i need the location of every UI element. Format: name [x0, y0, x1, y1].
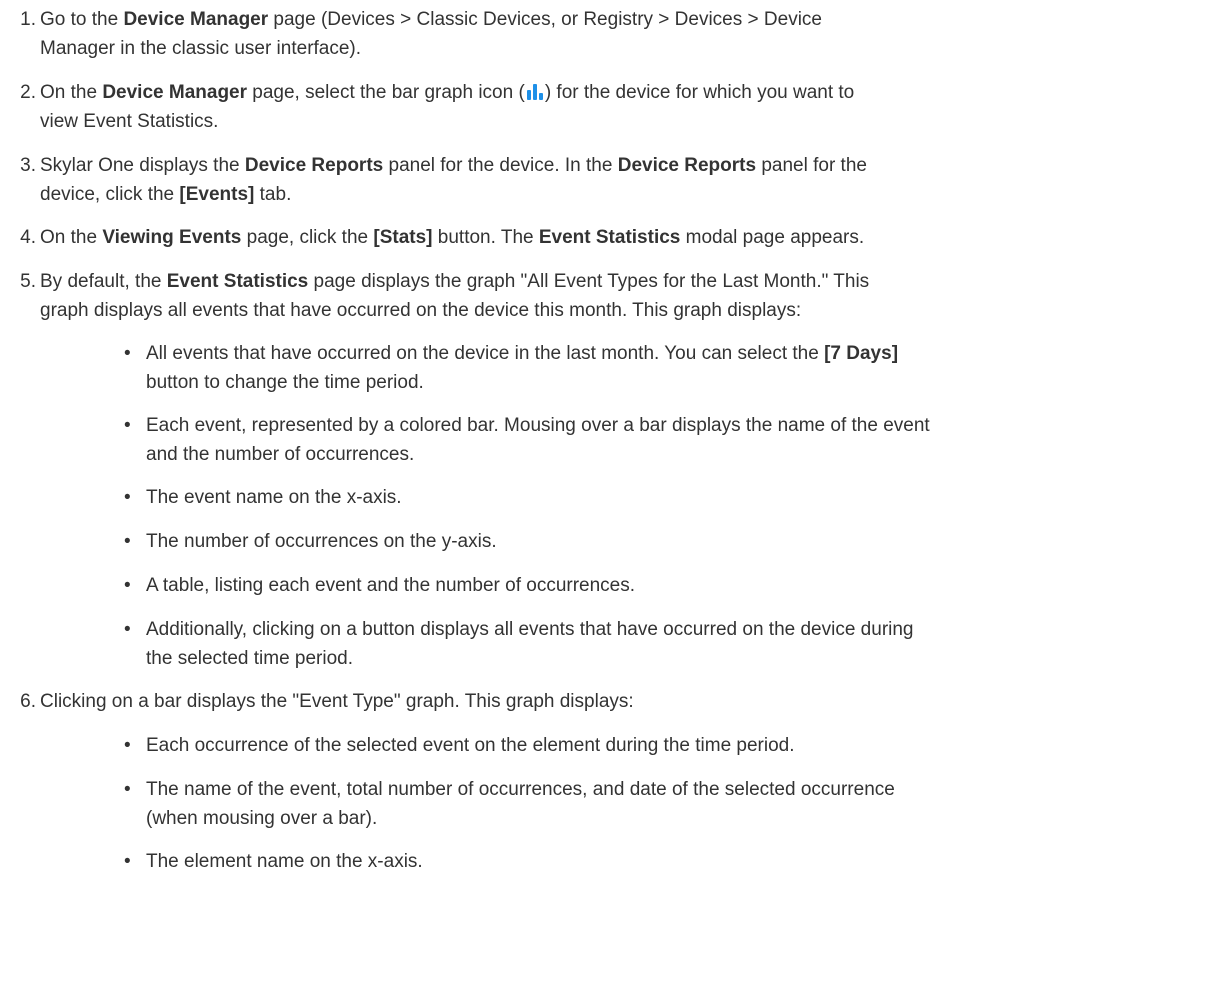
- step-text: Clicking on a bar displays the "Event Ty…: [40, 691, 634, 712]
- ui-term: [7 Days]: [824, 343, 899, 364]
- bullet-text: Additionally, clicking on a button displ…: [146, 619, 914, 640]
- ui-term: Device Reports: [244, 155, 384, 176]
- step-text: ) for the device for which you want to: [544, 82, 855, 103]
- step-text: Skylar One displays the: [40, 155, 245, 176]
- step-text: page, select the bar graph icon (: [247, 82, 525, 103]
- ui-term: [Stats]: [373, 227, 433, 248]
- step-text: tab.: [254, 184, 292, 205]
- step-text: On the: [40, 227, 103, 248]
- bullet-text: button to change the time period.: [146, 372, 424, 393]
- document: 1. Go to the Device Manager page (Device…: [0, 0, 1209, 983]
- bullet-text: The name of the event, total number of o…: [146, 779, 895, 800]
- bullet-text: All events that have occurred on the dev…: [146, 343, 825, 364]
- step-number: 3.: [20, 155, 36, 176]
- bullet-marker: •: [124, 779, 131, 800]
- step-number: 2.: [20, 82, 36, 103]
- step-text: device, click the: [40, 184, 180, 205]
- step-number: 6.: [20, 691, 36, 712]
- bullet-marker: •: [124, 851, 131, 872]
- bullet-text: and the number of occurrences.: [146, 444, 415, 465]
- bar-graph-icon: [526, 84, 544, 100]
- step-text: Manager in the classic user interface).: [40, 38, 362, 59]
- bullet-text: the selected time period.: [146, 648, 354, 669]
- bullet-marker: •: [124, 487, 131, 508]
- bullet-marker: •: [124, 575, 131, 596]
- step-text: panel for the device. In the: [383, 155, 618, 176]
- ui-term: Device Manager: [102, 82, 248, 103]
- step-text: page displays the graph "All Event Types…: [308, 271, 870, 292]
- bullet-text: (when mousing over a bar).: [146, 808, 378, 829]
- ui-term: Device Manager: [123, 9, 269, 30]
- ui-term: Event Statistics: [166, 271, 309, 292]
- step-text: button. The: [432, 227, 539, 248]
- step-text: Go to the: [40, 9, 124, 30]
- step-text: modal page appears.: [680, 227, 865, 248]
- step-text: By default, the: [40, 271, 167, 292]
- bullet-marker: •: [124, 415, 131, 436]
- step-text: panel for the: [756, 155, 867, 176]
- bullet-text: Each occurrence of the selected event on…: [146, 735, 795, 756]
- step-text: view Event Statistics.: [40, 111, 219, 132]
- step-text: page, click the: [241, 227, 374, 248]
- step-number: 4.: [20, 227, 36, 248]
- step-text: page (Devices > Classic Devices, or Regi…: [268, 9, 822, 30]
- ui-term: [Events]: [179, 184, 255, 205]
- step-number: 5.: [20, 271, 36, 292]
- bullet-text: The number of occurrences on the y-axis.: [146, 531, 497, 552]
- step-number: 1.: [20, 9, 36, 30]
- ui-term: Viewing Events: [102, 227, 242, 248]
- bullet-marker: •: [124, 619, 131, 640]
- bullet-text: The event name on the x-axis.: [146, 487, 402, 508]
- step-text: graph displays all events that have occu…: [40, 300, 802, 321]
- bullet-text: A table, listing each event and the numb…: [146, 575, 636, 596]
- step-text: On the: [40, 82, 103, 103]
- bullet-marker: •: [124, 735, 131, 756]
- bullet-marker: •: [124, 343, 131, 364]
- ui-term: Event Statistics: [538, 227, 681, 248]
- ui-term: Device Reports: [617, 155, 757, 176]
- bullet-text: The element name on the x-axis.: [146, 851, 423, 872]
- bullet-text: Each event, represented by a colored bar…: [146, 415, 930, 436]
- bullet-marker: •: [124, 531, 131, 552]
